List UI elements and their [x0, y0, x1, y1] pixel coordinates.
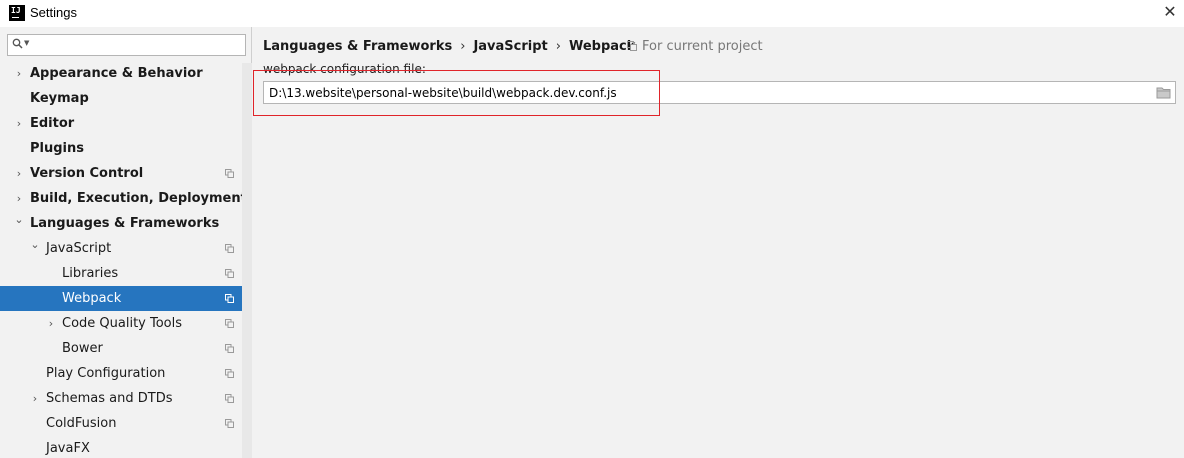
intellij-app-icon: IJ	[9, 5, 25, 21]
chevron-right-icon[interactable]: ›	[13, 111, 25, 136]
sidebar-item-label: Play Configuration	[46, 366, 166, 381]
sidebar-item-appearance-behavior[interactable]: › Appearance & Behavior	[0, 61, 242, 86]
sidebar-item-build-execution-deployment[interactable]: › Build, Execution, Deployment	[0, 186, 247, 211]
project-level-icon	[225, 294, 234, 303]
annotation-highlight-box	[253, 70, 660, 116]
sidebar-scrollbar[interactable]	[242, 63, 252, 458]
sidebar-item-label: Schemas and DTDs	[46, 391, 173, 406]
settings-content-panel: Languages & Frameworks › JavaScript › We…	[253, 27, 1184, 458]
breadcrumb-item: Webpack	[568, 38, 636, 54]
settings-search-input[interactable]	[34, 37, 242, 53]
sidebar-item-play-configuration[interactable]: Play Configuration	[0, 361, 242, 386]
chevron-down-icon[interactable]: ⌄	[13, 207, 25, 232]
sidebar-item-javascript[interactable]: ⌄ JavaScript	[0, 236, 242, 261]
sidebar-item-schemas-and-dtds[interactable]: › Schemas and DTDs	[0, 386, 242, 411]
folder-icon[interactable]	[1156, 86, 1171, 99]
sidebar-item-label: Webpack	[62, 291, 122, 306]
sidebar-item-label: Libraries	[62, 266, 119, 281]
sidebar-item-javafx[interactable]: JavaFX	[0, 436, 242, 458]
chevron-right-icon[interactable]: ›	[45, 311, 57, 336]
close-icon[interactable]: ✕	[1162, 4, 1178, 20]
sidebar-item-label: Code Quality Tools	[62, 316, 183, 331]
sidebar-item-label: Editor	[30, 116, 75, 131]
scope-label: For current project	[642, 38, 763, 54]
sidebar-item-label: JavaFX	[46, 441, 90, 456]
sidebar-item-version-control[interactable]: › Version Control	[0, 161, 242, 186]
sidebar-item-plugins[interactable]: Plugins	[0, 136, 242, 161]
project-level-icon	[225, 369, 234, 378]
chevron-right-icon[interactable]: ›	[13, 61, 25, 86]
sidebar-item-editor[interactable]: › Editor	[0, 111, 242, 136]
sidebar-item-coldfusion[interactable]: ColdFusion	[0, 411, 242, 436]
chevron-right-icon[interactable]: ›	[29, 386, 41, 411]
sidebar-item-label: Keymap	[30, 91, 89, 106]
sidebar-item-label: Appearance & Behavior	[30, 66, 203, 81]
sidebar-item-keymap[interactable]: Keymap	[0, 86, 242, 111]
project-level-icon	[225, 244, 234, 253]
sidebar-item-label: JavaScript	[46, 241, 112, 256]
breadcrumb-item: Languages & Frameworks	[263, 38, 453, 54]
sidebar-item-label: Build, Execution, Deployment	[30, 191, 247, 206]
sidebar-item-libraries[interactable]: Libraries	[0, 261, 242, 286]
sidebar-item-webpack[interactable]: Webpack	[0, 286, 252, 311]
sidebar-item-label: ColdFusion	[46, 416, 117, 431]
sidebar-item-label: Version Control	[30, 166, 144, 181]
chevron-right-icon[interactable]: ›	[13, 161, 25, 186]
breadcrumb: Languages & Frameworks › JavaScript › We…	[263, 37, 635, 55]
copy-icon	[627, 41, 637, 51]
search-options-chevron-icon[interactable]: ▼	[24, 39, 29, 47]
project-level-icon	[225, 269, 234, 278]
sidebar-item-bower[interactable]: Bower	[0, 336, 242, 361]
window-title: Settings	[30, 5, 77, 20]
project-level-icon	[225, 169, 234, 178]
sidebar-item-label: Bower	[62, 341, 103, 356]
project-scope-indicator: For current project	[627, 37, 763, 55]
search-icon	[12, 38, 23, 49]
breadcrumb-separator: ›	[555, 38, 561, 54]
title-bar: IJ Settings ✕	[0, 0, 1184, 27]
sidebar-item-label: Plugins	[30, 141, 84, 156]
project-level-icon	[225, 344, 234, 353]
breadcrumb-separator: ›	[460, 38, 466, 54]
sidebar-item-code-quality-tools[interactable]: › Code Quality Tools	[0, 311, 242, 336]
settings-tree: › Appearance & Behavior Keymap › Editor Plugi…	[0, 61, 252, 458]
project-level-icon	[225, 394, 234, 403]
sidebar-item-label: Languages & Frameworks	[30, 216, 220, 231]
project-level-icon	[225, 419, 234, 428]
settings-search-box[interactable]: ▼	[7, 34, 246, 56]
settings-sidebar: ▼ › Appearance & Behavior Keymap › Editor Plu…	[0, 27, 252, 458]
breadcrumb-item: JavaScript	[473, 38, 548, 54]
chevron-down-icon[interactable]: ⌄	[29, 232, 41, 257]
project-level-icon	[225, 319, 234, 328]
